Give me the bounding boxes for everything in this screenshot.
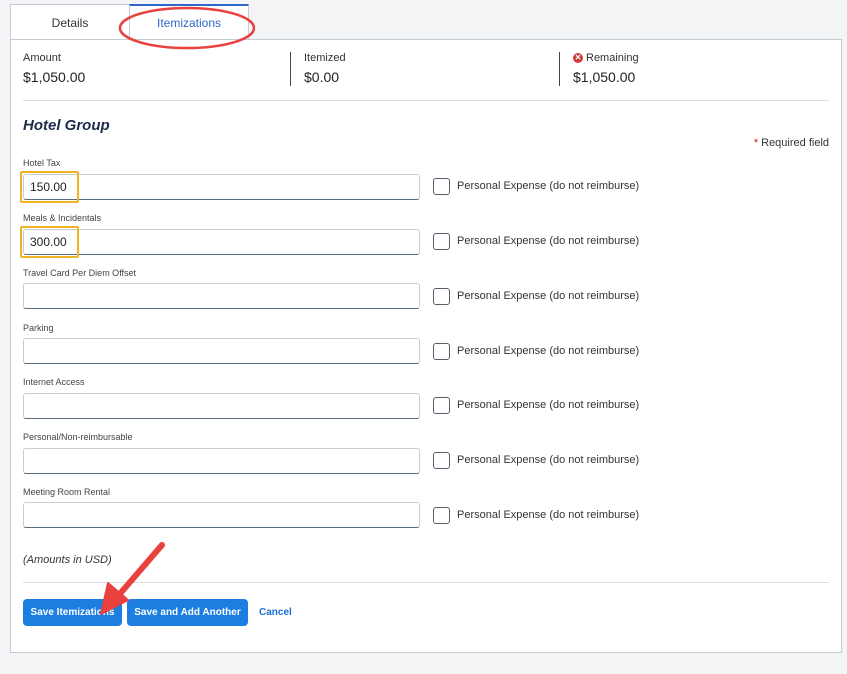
- personal-expense-label: Personal Expense (do not reimburse): [457, 454, 640, 466]
- personal-expense-label: Personal Expense (do not reimburse): [457, 509, 640, 521]
- field-label-meals: Meals & Incidentals: [23, 213, 102, 223]
- summary-divider: [290, 52, 291, 86]
- remaining-label-row: ✕ Remaining: [573, 52, 639, 64]
- itemized-summary-item: Itemized $0.00: [304, 52, 346, 98]
- amounts-currency-note: (Amounts in USD): [23, 554, 112, 566]
- tab-details[interactable]: Details: [10, 4, 129, 40]
- itemized-value: $0.00: [304, 69, 340, 85]
- required-text: Required field: [761, 137, 829, 149]
- hotel-tax-input[interactable]: [23, 174, 420, 200]
- personal-expense-label: Personal Expense (do not reimburse): [457, 290, 640, 302]
- personal-expense-label: Personal Expense (do not reimburse): [457, 235, 640, 247]
- itemized-label: Itemized: [304, 52, 346, 64]
- remaining-label: Remaining: [586, 52, 639, 64]
- remaining-value: $1,050.00: [573, 69, 636, 85]
- cancel-link[interactable]: Cancel: [259, 607, 292, 618]
- personal-expense-label: Personal Expense (do not reimburse): [457, 180, 640, 192]
- amount-value: $1,050.00: [23, 69, 86, 85]
- personal-expense-checkbox[interactable]: [433, 343, 450, 360]
- itemizations-panel: Amount $1,050.00 Itemized $0.00 ✕ Remain…: [10, 39, 842, 653]
- personal-expense-checkbox[interactable]: [433, 397, 450, 414]
- meals-incidentals-input[interactable]: [23, 229, 420, 255]
- remaining-summary-item: ✕ Remaining $1,050.00: [573, 52, 639, 98]
- field-label-personal: Personal/Non-reimbursable: [23, 432, 133, 442]
- personal-expense-checkbox[interactable]: [433, 288, 450, 305]
- personal-expense-checkbox[interactable]: [433, 233, 450, 250]
- field-label-meeting-room: Meeting Room Rental: [23, 487, 111, 497]
- personal-expense-label: Personal Expense (do not reimburse): [457, 345, 640, 357]
- amount-summary-item: Amount $1,050.00: [23, 52, 85, 98]
- field-label-hotel-tax: Hotel Tax: [23, 158, 61, 168]
- personal-non-reimbursable-input[interactable]: [23, 448, 420, 474]
- personal-expense-checkbox[interactable]: [433, 178, 450, 195]
- tab-details-label: Details: [51, 15, 89, 30]
- tab-itemizations-label: Itemizations: [156, 16, 222, 30]
- personal-expense-checkbox[interactable]: [433, 452, 450, 469]
- personal-expense-label: Personal Expense (do not reimburse): [457, 399, 640, 411]
- required-field-note: * Required field: [754, 137, 829, 149]
- field-label-internet: Internet Access: [23, 377, 85, 387]
- summary-divider: [559, 52, 560, 86]
- field-label-parking: Parking: [23, 323, 54, 333]
- divider: [23, 100, 829, 101]
- meeting-room-rental-input[interactable]: [23, 502, 420, 528]
- amount-label: Amount: [23, 52, 61, 64]
- tab-itemizations[interactable]: Itemizations: [129, 4, 249, 40]
- amount-summary: Amount $1,050.00 Itemized $0.00 ✕ Remain…: [23, 52, 831, 98]
- parking-input[interactable]: [23, 338, 420, 364]
- divider: [23, 582, 829, 583]
- field-label-travel-card: Travel Card Per Diem Offset: [23, 268, 137, 278]
- save-and-add-another-button[interactable]: Save and Add Another: [127, 599, 248, 626]
- personal-expense-checkbox[interactable]: [433, 507, 450, 524]
- travel-card-offset-input[interactable]: [23, 283, 420, 309]
- error-icon: ✕: [573, 53, 583, 63]
- required-asterisk: *: [753, 137, 759, 149]
- internet-access-input[interactable]: [23, 393, 420, 419]
- group-title: Hotel Group: [23, 117, 110, 134]
- save-itemizations-button[interactable]: Save Itemizations: [23, 599, 122, 626]
